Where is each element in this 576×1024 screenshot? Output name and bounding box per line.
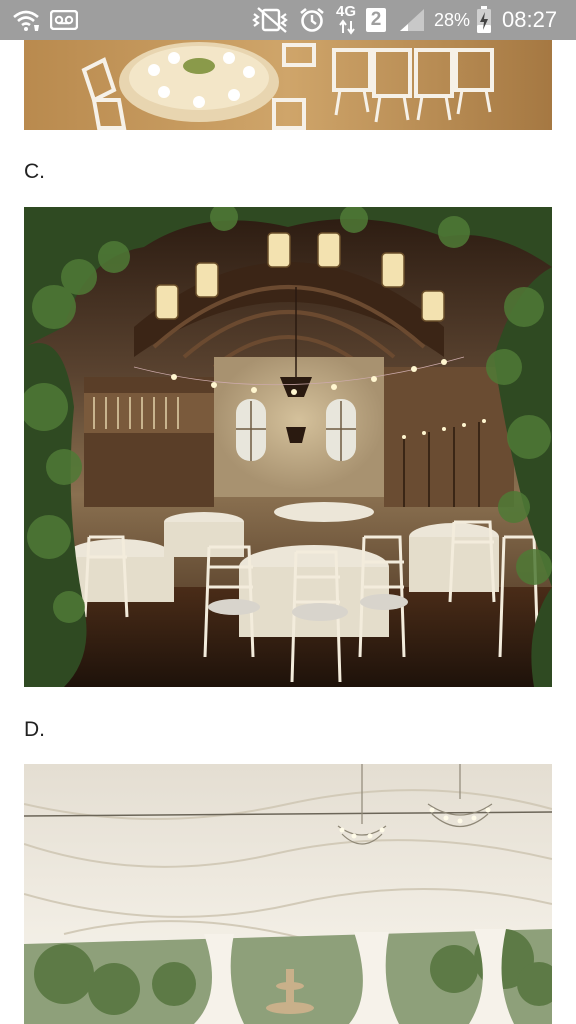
wifi-calling-icon: [12, 0, 42, 40]
venue-photo-c[interactable]: [24, 207, 552, 687]
option-c-label: C.: [24, 160, 45, 183]
sim-slot-label: 2: [366, 8, 386, 32]
battery-charging-icon: [476, 0, 492, 40]
clock-time: 08:27: [502, 7, 558, 32]
mute-vibrate-icon: [252, 0, 292, 40]
battery-percent-label: 28%: [434, 10, 471, 30]
sim-badge: 2: [366, 0, 386, 40]
option-d-label: D.: [24, 718, 45, 741]
venue-photo-b: [24, 40, 552, 130]
venue-photo-d[interactable]: [24, 764, 552, 1024]
data-arrows-icon: [338, 18, 356, 36]
voicemail-icon: [50, 0, 78, 40]
alarm-icon: [298, 0, 326, 40]
signal-icon: [398, 0, 426, 40]
status-bar: 4G 2 28% 08:27: [0, 0, 576, 40]
